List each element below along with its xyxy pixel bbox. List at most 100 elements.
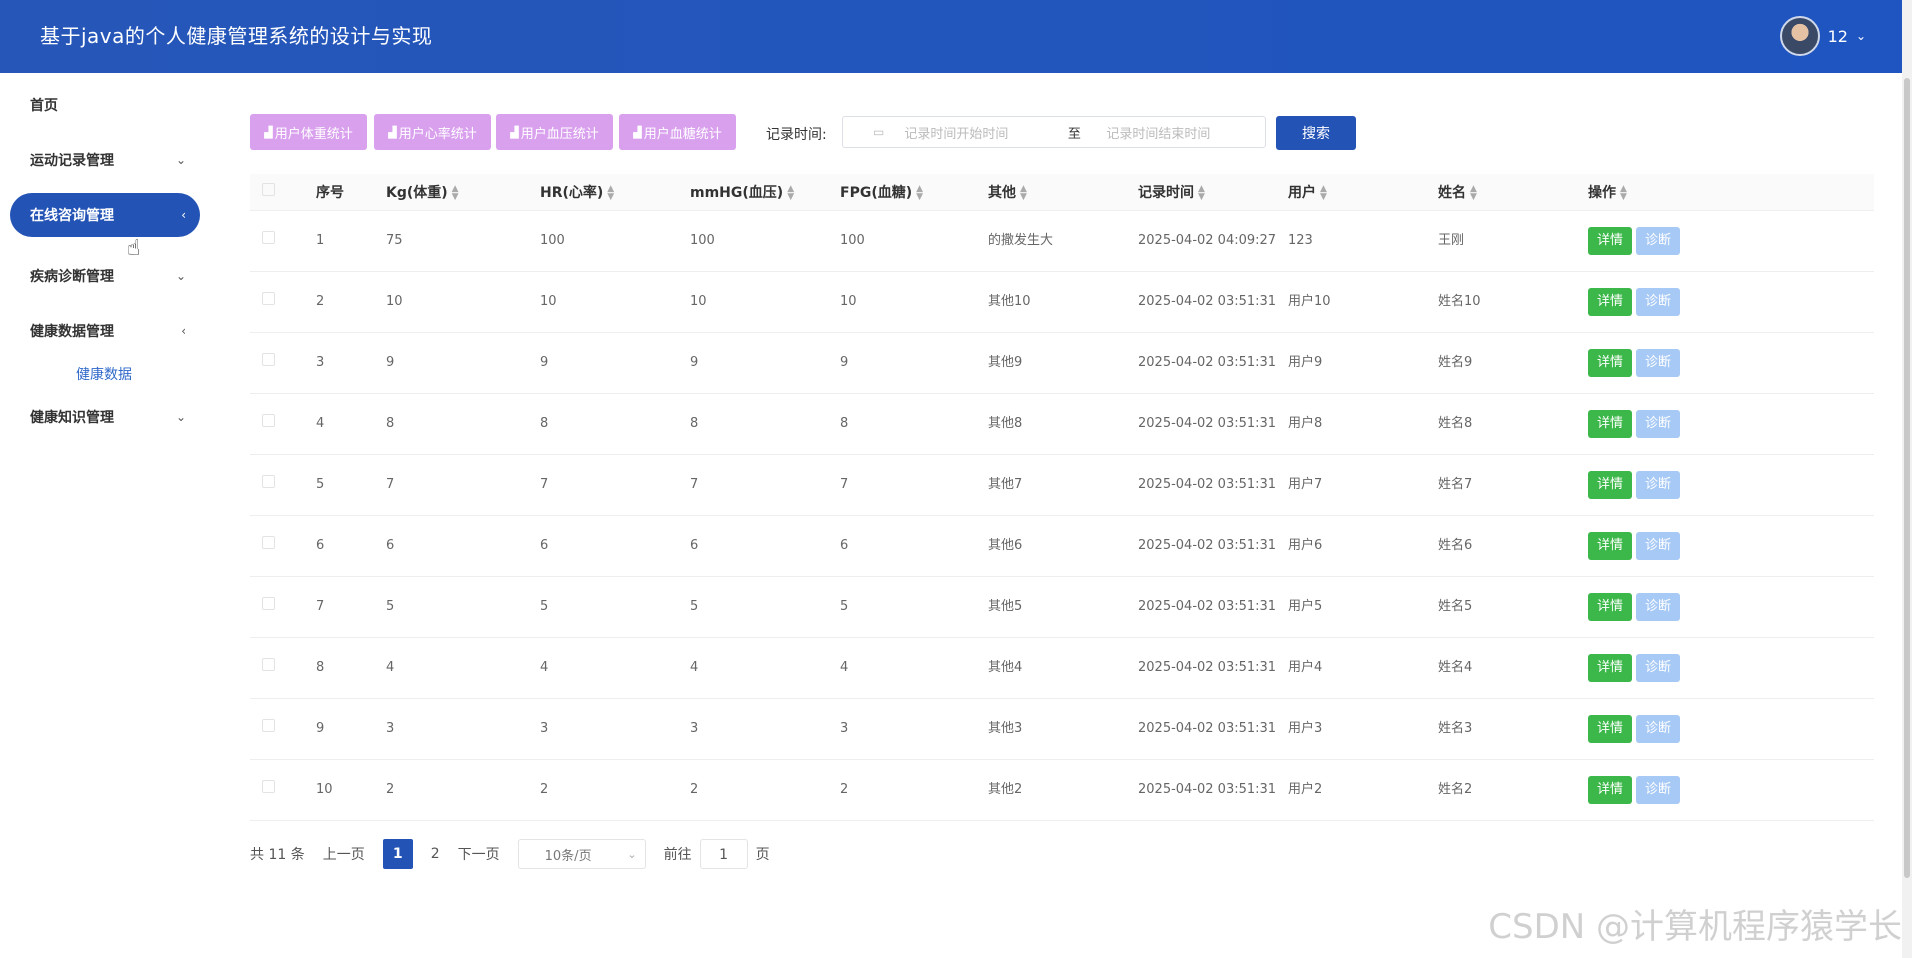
sort-icon[interactable]: ▲ ▼ (452, 184, 459, 201)
row-checkbox[interactable] (262, 718, 275, 732)
sort-icon[interactable]: ▲ ▼ (1020, 184, 1027, 201)
weight-stats-button[interactable]: ▟ 用户体重统计 (250, 114, 367, 150)
table-cell: 用户7 (1288, 454, 1438, 516)
sort-icon[interactable]: ▲ ▼ (1470, 184, 1477, 201)
column-header: 序号 (316, 174, 386, 211)
page-size-select[interactable]: 10条/页 ⌄ (517, 839, 646, 869)
column-header[interactable]: Kg(体重) ▲ ▼ (386, 174, 540, 211)
diagnose-button[interactable]: 诊断 (1636, 775, 1680, 804)
goto-page-input[interactable]: 1 (699, 839, 748, 869)
row-checkbox[interactable] (262, 779, 275, 793)
prev-page-button[interactable]: 上一页 (323, 844, 365, 864)
scrollbar-thumb[interactable] (1904, 78, 1910, 878)
row-checkbox[interactable] (262, 474, 275, 488)
row-checkbox[interactable] (262, 291, 275, 305)
page-suffix: 页 (755, 847, 770, 863)
detail-button[interactable]: 详情 (1588, 226, 1632, 255)
table-cell: 3 (386, 698, 540, 760)
detail-button[interactable]: 详情 (1588, 287, 1632, 316)
table-cell: 9 (386, 332, 540, 394)
diagnose-button[interactable]: 诊断 (1636, 287, 1680, 316)
sort-icon[interactable]: ▲ ▼ (607, 184, 614, 201)
diagnose-button[interactable]: 诊断 (1636, 409, 1680, 438)
row-checkbox[interactable] (262, 657, 275, 671)
diagnose-button[interactable]: 诊断 (1636, 470, 1680, 499)
column-header[interactable]: mmHG(血压) ▲ ▼ (690, 174, 840, 211)
column-header[interactable]: 操作 ▲ ▼ (1588, 174, 1874, 211)
column-header[interactable]: 姓名 ▲ ▼ (1438, 174, 1588, 211)
sort-icon[interactable]: ▲ ▼ (787, 184, 794, 201)
table-cell: 3 (540, 698, 690, 760)
table-cell: 4 (690, 637, 840, 699)
sort-icon[interactable]: ▲ ▼ (1320, 184, 1327, 201)
select-all-checkbox[interactable] (262, 183, 275, 197)
detail-button[interactable]: 详情 (1588, 348, 1632, 377)
table-cell: 5 (690, 576, 840, 638)
page-scrollbar[interactable] (1902, 0, 1912, 958)
sidebar-item-exercise[interactable]: 运动记录管理 ⌄ (10, 138, 200, 182)
detail-button[interactable]: 详情 (1588, 775, 1632, 804)
sidebar-item-diagnosis[interactable]: 疾病诊断管理 ⌄ (10, 254, 200, 298)
table-row: 9 3 3 3 3 其他3 2025-04-02 03:51:31 用户3 姓名3 详情 诊断 (250, 698, 1874, 760)
diagnose-button[interactable]: 诊断 (1636, 531, 1680, 560)
detail-button[interactable]: 详情 (1588, 653, 1632, 682)
diagnose-button[interactable]: 诊断 (1636, 226, 1680, 255)
column-header[interactable]: 用户 ▲ ▼ (1288, 174, 1438, 211)
table-cell: 的撒发生大 (988, 210, 1138, 272)
table-cell: 其他5 (988, 576, 1138, 638)
row-checkbox[interactable] (262, 413, 275, 427)
detail-button[interactable]: 详情 (1588, 470, 1632, 499)
row-checkbox[interactable] (262, 596, 275, 610)
table-cell: 6 (540, 515, 690, 577)
sidebar-item-knowledge[interactable]: 健康知识管理 ⌄ (10, 395, 200, 439)
diagnose-button[interactable]: 诊断 (1636, 653, 1680, 682)
sort-icon[interactable]: ▲ ▼ (1620, 184, 1627, 201)
table-row: 6 6 6 6 6 其他6 2025-04-02 03:51:31 用户6 姓名6 详情 诊断 (250, 515, 1874, 577)
table-cell: 10 (540, 271, 690, 333)
sidebar-item-health-data[interactable]: 健康数据管理 ‹ (10, 309, 200, 353)
username[interactable]: 12 (1828, 27, 1848, 46)
chevron-down-icon[interactable]: ⌄ (1856, 29, 1866, 43)
table-cell: 姓名6 (1438, 515, 1588, 577)
row-checkbox[interactable] (262, 230, 275, 244)
user-menu[interactable]: 12 ⌄ (1779, 16, 1866, 56)
search-button[interactable]: 搜索 (1276, 116, 1356, 150)
detail-button[interactable]: 详情 (1588, 714, 1632, 743)
diagnose-button[interactable]: 诊断 (1636, 592, 1680, 621)
heart-rate-stats-button[interactable]: ▟ 用户心率统计 (374, 114, 491, 150)
start-date-input[interactable]: 记录时间开始时间 (904, 123, 1044, 142)
next-page-button[interactable]: 下一页 (458, 844, 500, 864)
sidebar-item-consult[interactable]: 在线咨询管理 ‹ (10, 193, 200, 237)
table-cell: 7 (840, 454, 988, 516)
detail-button[interactable]: 详情 (1588, 592, 1632, 621)
detail-button[interactable]: 详情 (1588, 531, 1632, 560)
diagnose-button[interactable]: 诊断 (1636, 348, 1680, 377)
record-time-range-picker[interactable]: ▭ 记录时间开始时间 至 记录时间结束时间 (842, 116, 1266, 148)
table-cell: 2025-04-02 03:51:31 (1138, 698, 1288, 760)
row-checkbox[interactable] (262, 535, 275, 549)
page-2-button[interactable]: 2 (431, 846, 440, 862)
page-1-button[interactable]: 1 (382, 839, 413, 869)
table-cell: 2025-04-02 03:51:31 (1138, 332, 1288, 394)
sidebar-subitem-health-data[interactable]: 健康数据 (76, 364, 132, 384)
column-header[interactable]: 其他 ▲ ▼ (988, 174, 1138, 211)
diagnose-button[interactable]: 诊断 (1636, 714, 1680, 743)
table-row: 10 2 2 2 2 其他2 2025-04-02 03:51:31 用户2 姓名2 详情 诊断 (250, 759, 1874, 821)
table-cell: 3 (690, 698, 840, 760)
avatar[interactable] (1779, 16, 1820, 56)
table-row: 2 10 10 10 10 其他10 2025-04-02 03:51:31 用户10 姓名10… (250, 271, 1874, 333)
detail-button[interactable]: 详情 (1588, 409, 1632, 438)
button-label: 用户心率统计 (398, 126, 477, 142)
sort-icon[interactable]: ▲ ▼ (1198, 184, 1205, 201)
column-header[interactable]: FPG(血糖) ▲ ▼ (840, 174, 988, 211)
chevron-left-icon: ‹ (181, 324, 186, 338)
row-checkbox[interactable] (262, 352, 275, 366)
blood-pressure-stats-button[interactable]: ▟ 用户血压统计 (496, 114, 613, 150)
blood-sugar-stats-button[interactable]: ▟ 用户血糖统计 (619, 114, 736, 150)
table-cell: 100 (840, 210, 988, 272)
sort-icon[interactable]: ▲ ▼ (916, 184, 923, 201)
column-header[interactable]: HR(心率) ▲ ▼ (540, 174, 690, 211)
sidebar-item-home[interactable]: 首页 (10, 83, 200, 127)
column-header[interactable]: 记录时间 ▲ ▼ (1138, 174, 1288, 211)
end-date-input[interactable]: 记录时间结束时间 (1106, 123, 1210, 142)
